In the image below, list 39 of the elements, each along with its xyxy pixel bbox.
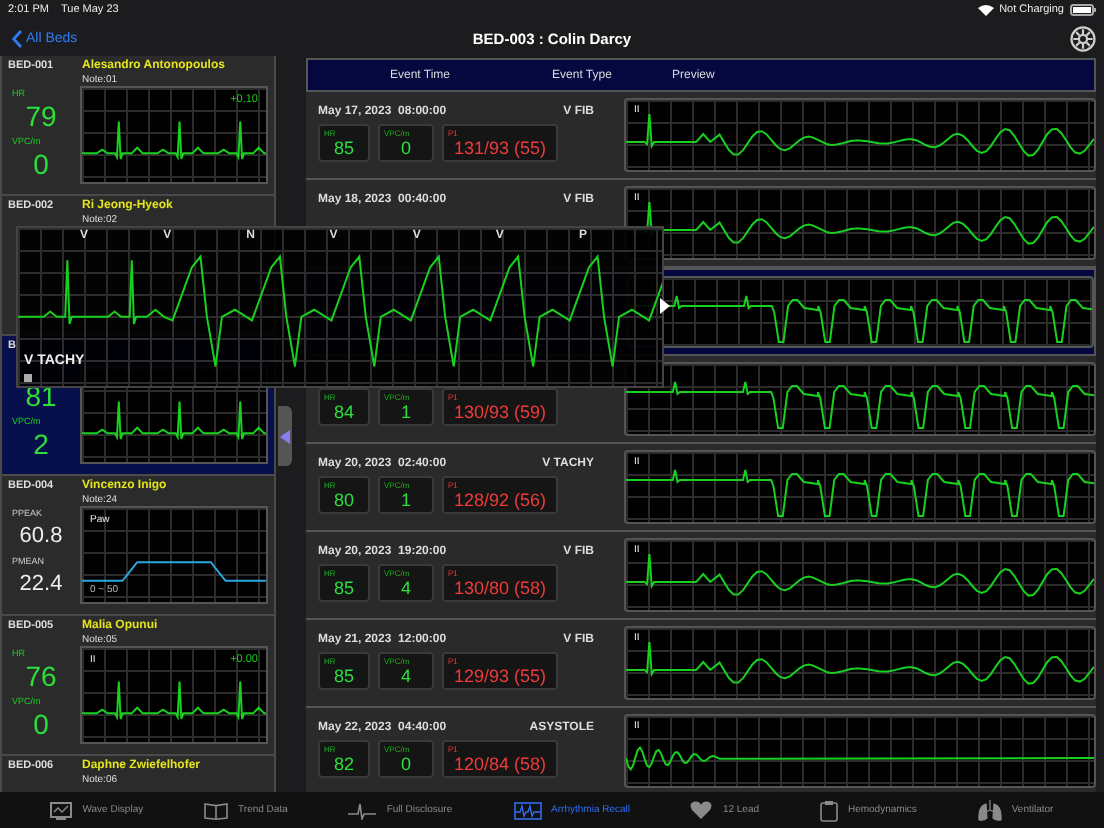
metric-value: 0: [31, 148, 51, 182]
metric-value: 0: [31, 708, 51, 742]
pulse-icon: [348, 801, 377, 819]
vital-value: 85: [331, 138, 356, 160]
metric-value: 22.4: [17, 570, 65, 600]
book-icon: [204, 801, 229, 819]
metric-value: 60.8: [17, 522, 65, 552]
vital-value: 128/92 (56): [451, 490, 549, 512]
metric-value: 76: [23, 660, 59, 694]
settings-button[interactable]: [1069, 25, 1096, 51]
vital-value: 131/93 (55): [451, 138, 549, 160]
monitor-icon: [50, 801, 73, 819]
vital-value: 130/80 (58): [451, 578, 549, 600]
vital-value: 120/84 (58): [451, 754, 549, 776]
wifi-icon: [977, 4, 994, 16]
clipboard-icon: [819, 799, 838, 821]
vital-value: 4: [398, 578, 413, 600]
vital-value: 129/93 (55): [451, 666, 549, 688]
chevron-icon: [12, 29, 22, 47]
vital-value: 80: [331, 490, 356, 512]
metric-value: 79: [23, 100, 59, 134]
collapse-handle[interactable]: [278, 406, 292, 466]
lungs-icon: [977, 799, 1002, 821]
vital-value: 1: [398, 402, 413, 424]
square-icon: [24, 374, 32, 382]
battery-icon: [1070, 4, 1096, 16]
pointer-icon: [660, 298, 670, 314]
vital-value: 4: [398, 666, 413, 688]
vital-value: 82: [331, 754, 356, 776]
vital-value: 1: [398, 490, 413, 512]
metric-value: 2: [31, 428, 51, 462]
vital-value: 0: [398, 138, 413, 160]
vital-value: 0: [398, 754, 413, 776]
vital-value: 85: [331, 578, 356, 600]
vital-value: 130/93 (59): [451, 402, 549, 424]
rhythm-strip-icon: [513, 801, 542, 819]
vital-value: 85: [331, 666, 356, 688]
heart-icon: [690, 800, 713, 820]
vital-value: 84: [331, 402, 356, 424]
